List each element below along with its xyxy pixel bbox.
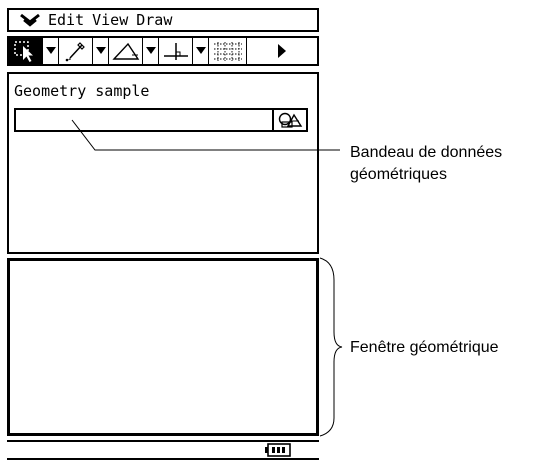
draw-tool-dropdown[interactable]	[93, 38, 109, 64]
perpendicular-tool-button[interactable]	[159, 38, 193, 64]
geometry-workspace[interactable]: Geometry sample	[7, 72, 319, 254]
construct-tool-dropdown[interactable]	[143, 38, 159, 64]
geometry-window-brace	[319, 257, 343, 437]
triangle-icon	[111, 42, 139, 60]
chevron-down-icon	[95, 47, 106, 54]
data-strip-label-line2: géométriques	[350, 166, 447, 183]
data-strip-label: Bandeau de données géométriques	[350, 142, 535, 186]
geometry-window-label: Fenêtre géométrique	[350, 339, 499, 356]
calculator-screen: Edit View Draw Geometry sample	[7, 8, 319, 460]
select-arrow-icon	[13, 41, 33, 62]
chevron-down-icon	[195, 47, 206, 54]
data-strip-label-line1: Bandeau de données	[350, 144, 503, 161]
menu-draw[interactable]: Draw	[136, 10, 172, 30]
workspace-title: Geometry sample	[14, 82, 150, 100]
chevron-down-icon	[145, 47, 156, 54]
play-right-icon	[278, 44, 286, 58]
geometry-window[interactable]	[7, 258, 319, 436]
chevron-down-double-icon[interactable]	[19, 13, 41, 27]
toolbar	[7, 36, 319, 66]
select-tool-dropdown[interactable]	[43, 38, 59, 64]
draw-tool-button[interactable]	[59, 38, 93, 64]
grid-icon	[213, 42, 242, 61]
menu-edit[interactable]: Edit	[48, 10, 84, 30]
toolbar-scroll-button[interactable]	[247, 38, 317, 64]
grid-tool-button[interactable]	[209, 38, 247, 64]
battery-icon	[265, 443, 291, 457]
construct-tool-button[interactable]	[109, 38, 143, 64]
perpendicular-tool-dropdown[interactable]	[193, 38, 209, 64]
geometry-data-strip-button[interactable]	[272, 110, 306, 130]
pencil-icon	[65, 42, 85, 62]
geometry-data-icon	[278, 112, 303, 128]
status-bar	[7, 440, 319, 460]
menu-bar: Edit View Draw	[7, 8, 319, 32]
menu-view[interactable]: View	[92, 10, 128, 30]
perpendicular-icon	[163, 43, 188, 60]
geometry-data-strip[interactable]	[14, 108, 308, 132]
select-tool-button[interactable]	[9, 38, 43, 64]
chevron-down-icon	[45, 47, 56, 54]
